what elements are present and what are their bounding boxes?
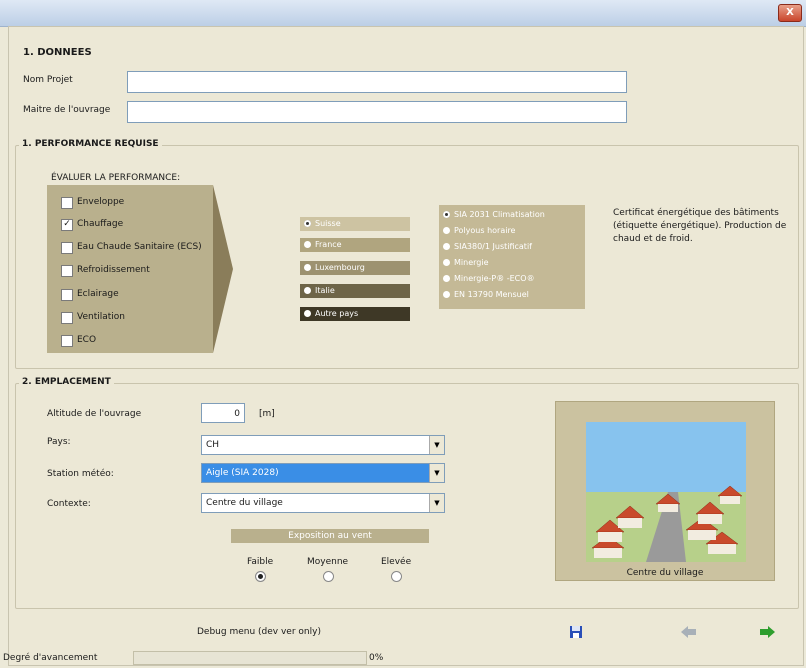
maitre-ouvrage-label: Maitre de l'ouvrage [23,105,111,115]
country-option-suisse[interactable]: Suisse [300,217,410,231]
country-label: Suisse [315,219,341,228]
standard-option[interactable]: SIA380/1 Justificatif [439,240,532,254]
criteria-panel: Enveloppe ✓ Chauffage Eau Chaude Sanitai… [47,185,213,353]
section-title-donnees: 1. DONNEES [23,47,92,58]
country-option-italie[interactable]: Italie [300,284,410,298]
checkbox-label: Eau Chaude Sanitaire (ECS) [77,242,202,252]
station-select[interactable]: Aigle (SIA 2028) ▼ [201,463,445,483]
progress-bar [133,651,367,665]
performance-group-title: 1. PERFORMANCE REQUISE [19,139,162,149]
window-titlebar: X [0,0,806,27]
evaluate-label: ÉVALUER LA PERFORMANCE: [51,173,181,183]
standard-label: SIA380/1 Justificatif [454,242,532,251]
standard-label: Polyous horaire [454,226,516,235]
radio-icon [443,243,450,250]
nom-projet-input[interactable] [127,71,627,93]
chevron-down-icon[interactable]: ▼ [429,436,444,454]
standard-label: Minergie [454,258,489,267]
standard-option[interactable]: Minergie [439,256,489,270]
radio-selected-icon [443,211,450,218]
standard-option[interactable]: Polyous horaire [439,224,515,238]
standard-label: EN 13790 Mensuel [454,290,529,299]
exposition-radio-faible[interactable] [255,571,266,582]
standard-label: Minergie-P® -ECO® [454,274,535,283]
contexte-label: Contexte: [47,499,91,509]
standards-panel: SIA 2031 Climatisation Polyous horaire S… [439,205,585,309]
maitre-ouvrage-input[interactable] [127,101,627,123]
progress-label: Degré d'avancement [3,653,98,663]
save-icon[interactable] [569,625,583,639]
forward-arrow-icon[interactable] [759,625,775,639]
radio-icon [304,310,311,317]
country-option-france[interactable]: France [300,238,410,252]
emplacement-group-title: 2. EMPLACEMENT [19,377,114,387]
checkbox-label: Enveloppe [77,197,125,207]
radio-icon [443,275,450,282]
chevron-down-icon[interactable]: ▼ [429,464,444,482]
radio-icon [304,241,311,248]
standard-label: SIA 2031 Climatisation [454,210,545,219]
exposition-radio-moyenne[interactable] [323,571,334,582]
context-image-caption: Centre du village [626,568,704,578]
radio-selected-icon [304,220,311,227]
exposition-radio-elevee[interactable] [391,571,402,582]
contexte-value: Centre du village [206,498,283,508]
contexte-select[interactable]: Centre du village ▼ [201,493,445,513]
back-arrow-icon[interactable] [681,625,697,639]
checkbox-label: ECO [77,335,97,345]
checkbox[interactable]: ✓ [61,219,73,231]
exposition-label-moyenne: Moyenne [307,557,349,567]
standard-description: Certificat énergétique des bâtiments (ét… [613,208,787,244]
pays-value: CH [206,440,220,450]
altitude-unit: [m] [259,409,275,419]
pays-select[interactable]: CH ▼ [201,435,445,455]
checkbox[interactable] [61,312,73,324]
village-illustration [586,422,746,562]
checkbox[interactable] [61,265,73,277]
standard-option[interactable]: Minergie-P® -ECO® [439,272,535,286]
checkbox[interactable] [61,242,73,254]
nom-projet-label: Nom Projet [23,75,73,85]
arrow-right-icon [213,185,233,353]
country-option-luxembourg[interactable]: Luxembourg [300,261,410,275]
altitude-label: Altitude de l'ouvrage [47,409,142,419]
context-image-frame: Centre du village [555,401,775,581]
checkbox-label: Refroidissement [77,265,150,275]
station-value: Aigle (SIA 2028) [206,468,279,478]
altitude-input[interactable]: 0 [201,403,245,423]
checkbox-label: Eclairage [77,289,119,299]
radio-icon [443,227,450,234]
main-window: 1. DONNEES Nom Projet Maitre de l'ouvrag… [3,26,804,666]
checkbox-label: Chauffage [77,219,124,229]
checkbox-label: Ventilation [77,312,125,322]
station-label: Station météo: [47,469,114,479]
exposition-label-faible: Faible [247,557,274,567]
close-button[interactable]: X [778,4,802,22]
country-label: Luxembourg [315,263,365,272]
radio-icon [443,291,450,298]
debug-menu-label[interactable]: Debug menu (dev ver only) [197,627,321,637]
country-label: France [315,240,342,249]
radio-icon [304,264,311,271]
standard-option[interactable]: SIA 2031 Climatisation [439,208,545,222]
country-label: Italie [315,286,335,295]
country-label: Autre pays [315,309,359,318]
checkbox[interactable] [61,197,73,209]
exposition-label-elevee: Elevée [381,557,412,567]
checkbox[interactable] [61,289,73,301]
radio-icon [304,287,311,294]
country-option-autre-pays[interactable]: Autre pays [300,307,410,321]
standard-option[interactable]: EN 13790 Mensuel [439,288,529,302]
chevron-down-icon[interactable]: ▼ [429,494,444,512]
progress-value: 0% [369,653,384,663]
exposition-header: Exposition au vent [231,529,429,543]
pays-label: Pays: [47,437,71,447]
radio-icon [443,259,450,266]
checkbox[interactable] [61,335,73,347]
